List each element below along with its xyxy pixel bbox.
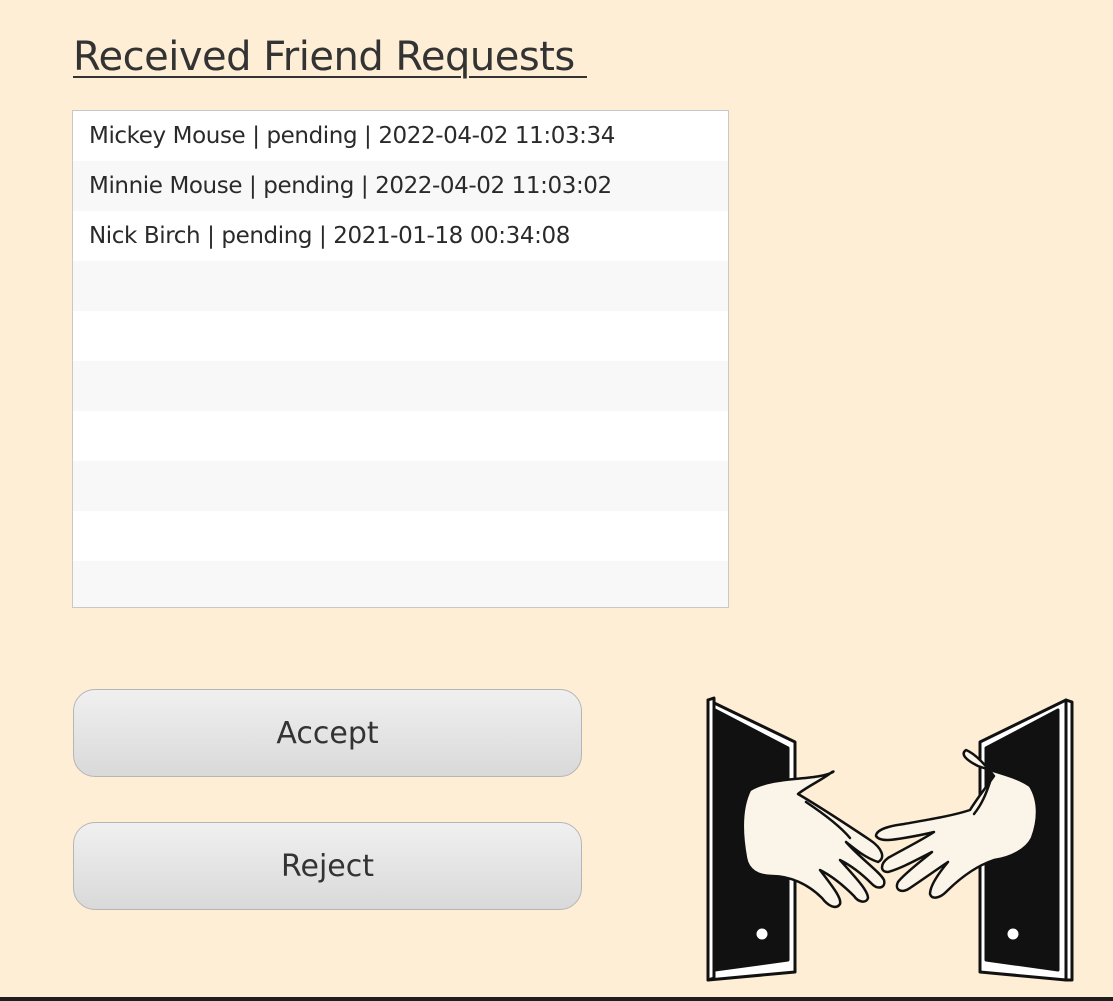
- window-bottom-border: [0, 997, 1113, 1001]
- list-item[interactable]: Minnie Mouse | pending | 2022-04-02 11:0…: [73, 161, 728, 211]
- list-item[interactable]: Mickey Mouse | pending | 2022-04-02 11:0…: [73, 111, 728, 161]
- list-item: [73, 311, 728, 361]
- page-title: Received Friend Requests: [73, 34, 587, 80]
- list-item: [73, 461, 728, 511]
- reject-button[interactable]: Reject: [73, 822, 582, 910]
- accept-button[interactable]: Accept: [73, 689, 582, 777]
- list-item: [73, 411, 728, 461]
- list-item: [73, 361, 728, 411]
- list-item: [73, 261, 728, 311]
- handshake-phones-icon: [690, 690, 1090, 990]
- list-item: [73, 561, 728, 607]
- friend-requests-list[interactable]: Mickey Mouse | pending | 2022-04-02 11:0…: [72, 110, 729, 608]
- list-item[interactable]: Nick Birch | pending | 2021-01-18 00:34:…: [73, 211, 728, 261]
- list-item: [73, 511, 728, 561]
